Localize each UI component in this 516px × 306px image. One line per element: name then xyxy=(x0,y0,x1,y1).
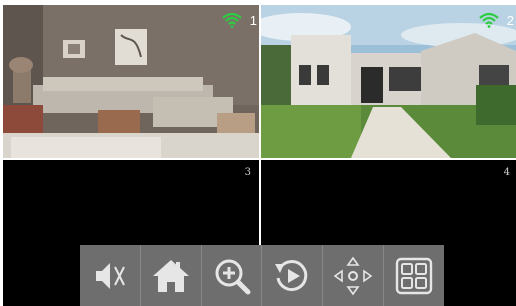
channel-number: 1 xyxy=(249,13,257,28)
replay-icon xyxy=(275,259,308,291)
ptz-arrows-icon xyxy=(333,256,373,295)
mute-button[interactable] xyxy=(80,245,141,306)
wifi-icon xyxy=(479,12,499,28)
camera-viewer: 1 2 3 4 xyxy=(0,0,516,306)
channel-number: 3 xyxy=(244,167,251,178)
camera-tile-2[interactable]: 2 xyxy=(261,5,516,158)
home-button[interactable] xyxy=(141,245,202,306)
control-toolbar xyxy=(80,245,444,306)
channel-number: 2 xyxy=(506,13,514,28)
ptz-button[interactable] xyxy=(323,245,385,306)
speaker-muted-icon xyxy=(95,262,125,289)
zoom-in-icon xyxy=(215,259,251,294)
grid-layout-icon xyxy=(395,257,433,294)
camera-tile-1[interactable]: 1 xyxy=(3,5,259,158)
home-icon xyxy=(152,259,189,292)
camera-feed-house-exterior xyxy=(261,5,516,158)
zoom-button[interactable] xyxy=(202,245,263,306)
channel-number: 4 xyxy=(503,167,510,178)
camera-feed-living-room xyxy=(3,5,259,158)
layout-button[interactable] xyxy=(384,245,444,306)
wifi-icon xyxy=(222,12,242,28)
playback-button[interactable] xyxy=(262,245,324,306)
